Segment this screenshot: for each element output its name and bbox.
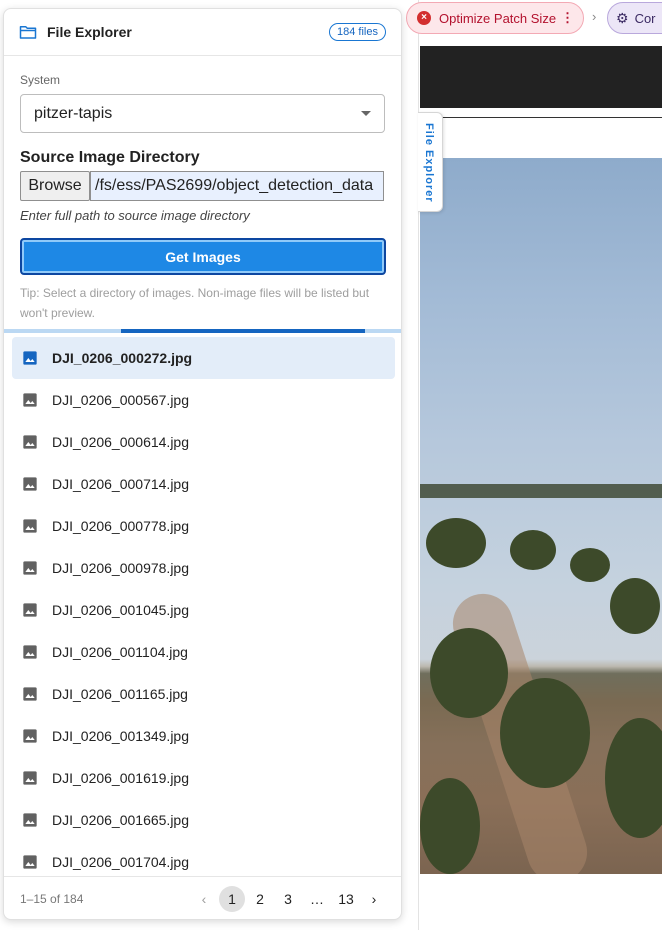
file-list-item[interactable]: DJI_0206_000272.jpg bbox=[12, 337, 395, 379]
get-images-button[interactable]: Get Images bbox=[20, 238, 386, 275]
file-count-badge: 184 files bbox=[329, 23, 386, 41]
panel-header: File Explorer 184 files bbox=[4, 9, 401, 56]
optimize-patch-size-chip[interactable]: × Optimize Patch Size ⋮ bbox=[406, 2, 584, 34]
file-list: DJI_0206_000272.jpg DJI_0206_000567.jpg DJ… bbox=[12, 337, 395, 875]
file-name: DJI_0206_001665.jpg bbox=[52, 812, 190, 828]
loading-progress-indicator bbox=[121, 329, 365, 333]
image-preview bbox=[420, 158, 662, 874]
file-list-item[interactable]: DJI_0206_001349.jpg bbox=[12, 715, 395, 757]
image-icon bbox=[22, 854, 38, 870]
file-name: DJI_0206_000714.jpg bbox=[52, 476, 190, 492]
page-button-1[interactable]: 1 bbox=[219, 886, 245, 912]
file-name: DJI_0206_001619.jpg bbox=[52, 770, 190, 786]
image-icon bbox=[22, 476, 38, 492]
chevron-right-icon[interactable]: › bbox=[361, 886, 387, 912]
image-icon bbox=[22, 518, 38, 534]
image-bush bbox=[426, 518, 486, 568]
config-chip[interactable]: ⚙ Cor bbox=[607, 2, 662, 34]
file-name: DJI_0206_001165.jpg bbox=[52, 686, 188, 702]
gear-icon: ⚙ bbox=[616, 9, 629, 26]
file-name: DJI_0206_001104.jpg bbox=[52, 644, 188, 660]
system-select[interactable]: pitzer-tapis bbox=[20, 94, 385, 133]
file-list-item[interactable]: DJI_0206_000614.jpg bbox=[12, 421, 395, 463]
toolbar-dark bbox=[420, 46, 662, 108]
more-vertical-icon[interactable]: ⋮ bbox=[561, 10, 574, 26]
image-icon bbox=[22, 686, 38, 702]
pagination-range: 1–15 of 184 bbox=[20, 892, 84, 906]
file-list-item[interactable]: DJI_0206_001665.jpg bbox=[12, 799, 395, 841]
pagination-controls: ‹ 1 2 3 … 13 › bbox=[189, 886, 387, 912]
app-root: × Optimize Patch Size ⋮ › ⚙ Cor File Exp… bbox=[0, 0, 662, 930]
image-icon bbox=[22, 770, 38, 786]
source-dir-label: Source Image Directory bbox=[20, 149, 200, 166]
image-icon bbox=[22, 392, 38, 408]
file-explorer-side-tab[interactable]: File Explorer bbox=[418, 112, 443, 212]
pagination-footer: 1–15 of 184 ‹ 1 2 3 … 13 › bbox=[4, 876, 401, 919]
file-explorer-panel: File Explorer 184 files System pitzer-ta… bbox=[3, 8, 402, 920]
loading-progress-bar bbox=[4, 329, 401, 333]
image-bush bbox=[430, 628, 508, 718]
image-bush bbox=[510, 530, 556, 570]
file-list-item[interactable]: DJI_0206_001619.jpg bbox=[12, 757, 395, 799]
source-dir-input[interactable] bbox=[90, 171, 384, 201]
file-name: DJI_0206_000272.jpg bbox=[52, 350, 193, 366]
caret-down-icon bbox=[361, 111, 371, 116]
file-list-item[interactable]: DJI_0206_000567.jpg bbox=[12, 379, 395, 421]
file-list-item[interactable]: DJI_0206_000778.jpg bbox=[12, 505, 395, 547]
chevron-left-icon[interactable]: ‹ bbox=[191, 886, 217, 912]
file-name: DJI_0206_000978.jpg bbox=[52, 560, 190, 576]
image-bush bbox=[610, 578, 660, 634]
page-button-2[interactable]: 2 bbox=[247, 886, 273, 912]
image-icon bbox=[22, 812, 38, 828]
tip-text: Tip: Select a directory of images. Non-i… bbox=[20, 286, 370, 320]
panel-title: File Explorer bbox=[47, 24, 132, 40]
breadcrumb-chevron-icon: › bbox=[592, 9, 597, 24]
system-label: System bbox=[20, 73, 61, 87]
image-icon bbox=[22, 728, 38, 744]
divider bbox=[440, 117, 662, 118]
error-circle-icon: × bbox=[417, 11, 431, 25]
system-selected-value: pitzer-tapis bbox=[34, 104, 113, 122]
file-list-item[interactable]: DJI_0206_000714.jpg bbox=[12, 463, 395, 505]
page-button-3[interactable]: 3 bbox=[275, 886, 301, 912]
page-button-13[interactable]: 13 bbox=[333, 886, 359, 912]
image-icon bbox=[22, 560, 38, 576]
file-name: DJI_0206_001704.jpg bbox=[52, 854, 190, 870]
image-bush bbox=[420, 778, 480, 874]
pagination-ellipsis: … bbox=[310, 891, 324, 907]
folder-icon bbox=[19, 26, 37, 39]
file-name: DJI_0206_001349.jpg bbox=[52, 728, 190, 744]
file-list-item[interactable]: DJI_0206_001104.jpg bbox=[12, 631, 395, 673]
file-list-item[interactable]: DJI_0206_001704.jpg bbox=[12, 841, 395, 875]
file-list-item[interactable]: DJI_0206_001165.jpg bbox=[12, 673, 395, 715]
file-list-item[interactable]: DJI_0206_000978.jpg bbox=[12, 547, 395, 589]
file-name: DJI_0206_000778.jpg bbox=[52, 518, 190, 534]
chip-label: Cor bbox=[634, 10, 656, 26]
file-name: DJI_0206_000567.jpg bbox=[52, 392, 190, 408]
image-icon bbox=[22, 602, 38, 618]
file-name: DJI_0206_000614.jpg bbox=[52, 434, 190, 450]
chip-label: Optimize Patch Size bbox=[439, 10, 557, 26]
image-bush bbox=[605, 718, 662, 838]
image-icon bbox=[22, 644, 38, 660]
image-bush bbox=[500, 678, 590, 788]
file-list-item[interactable]: DJI_0206_001045.jpg bbox=[12, 589, 395, 631]
file-name: DJI_0206_001045.jpg bbox=[52, 602, 190, 618]
browse-button[interactable]: Browse bbox=[20, 171, 90, 201]
image-icon bbox=[22, 434, 38, 450]
side-tab-label: File Explorer bbox=[423, 123, 435, 203]
image-bush bbox=[570, 548, 610, 582]
image-icon bbox=[22, 350, 38, 366]
image-horizon bbox=[420, 484, 662, 498]
source-dir-help: Enter full path to source image director… bbox=[20, 208, 250, 223]
